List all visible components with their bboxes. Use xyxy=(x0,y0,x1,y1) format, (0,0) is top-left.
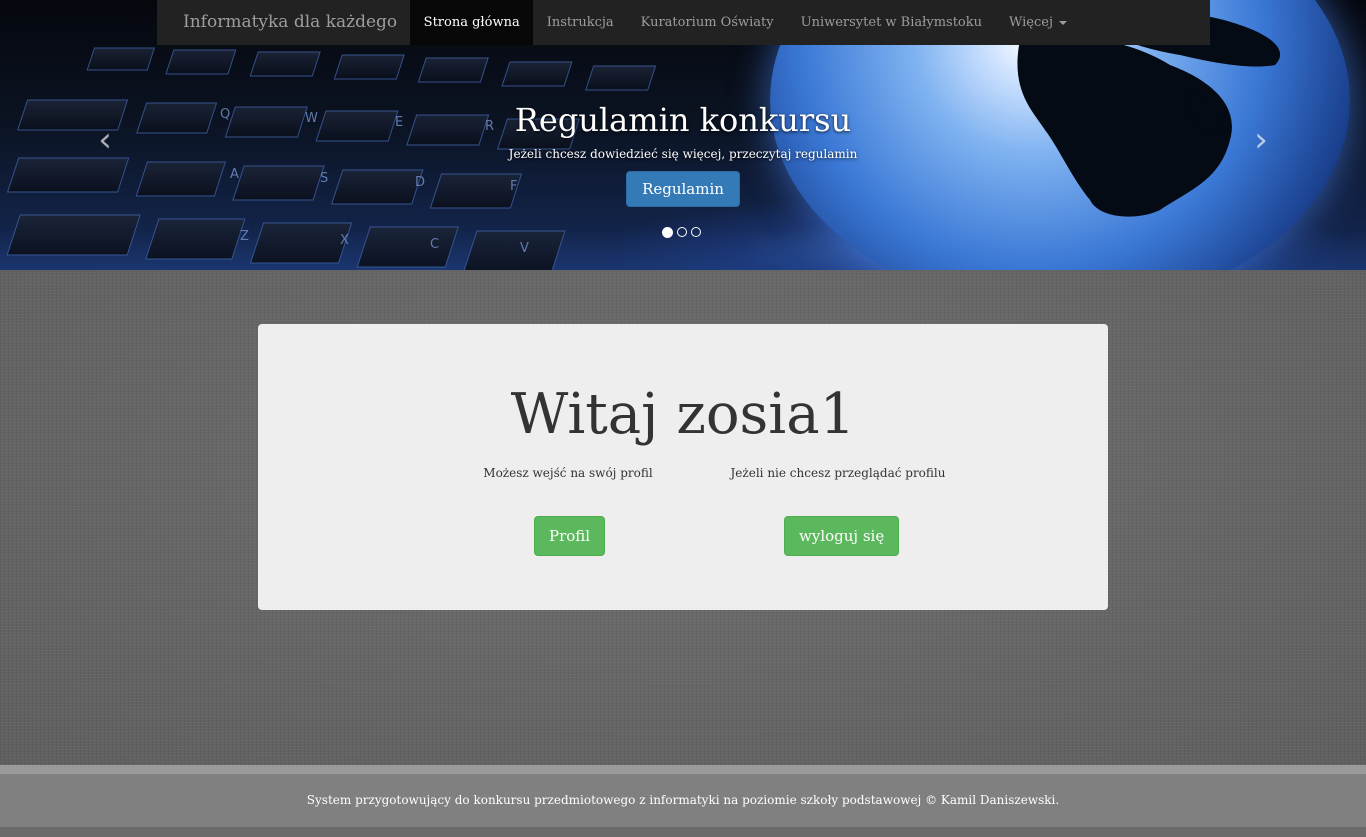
navbar-brand[interactable]: Informatyka dla każdego xyxy=(157,0,410,45)
nav-item-more-dropdown[interactable]: Więcej xyxy=(996,0,1081,45)
footer-text: System przygotowujący do konkursu przedm… xyxy=(306,793,1060,807)
logout-button[interactable]: wyloguj się xyxy=(784,516,900,556)
welcome-title: Witaj zosia1 xyxy=(510,382,856,447)
nav-item-more-label: Więcej xyxy=(1009,15,1053,30)
carousel-subtitle: Jeżeli chcesz dowiedzieć się więcej, prz… xyxy=(508,147,858,161)
carousel-title: Regulamin konkursu xyxy=(514,101,852,139)
svg-text:Z: Z xyxy=(240,229,249,244)
svg-text:A: A xyxy=(230,167,239,182)
svg-text:V: V xyxy=(520,241,529,256)
regulamin-button[interactable]: Regulamin xyxy=(626,171,740,207)
top-navbar: Informatyka dla każdego Strona główna In… xyxy=(157,0,1210,45)
carousel-prev-icon[interactable]: ‹ xyxy=(90,122,120,158)
svg-text:S: S xyxy=(320,171,328,186)
carousel-indicator-1[interactable] xyxy=(662,226,673,238)
profile-column: Możesz wejść na swój profil xyxy=(468,465,668,481)
carousel-indicator-2[interactable] xyxy=(677,227,687,237)
nav-item-kuratorium[interactable]: Kuratorium Oświaty xyxy=(627,0,787,45)
carousel-indicator-3[interactable] xyxy=(691,227,701,237)
logout-column: Jeżeli nie chcesz przeglądać profilu xyxy=(718,465,958,481)
profile-button[interactable]: Profil xyxy=(534,516,606,556)
footer-top-border xyxy=(0,765,1366,774)
footer: System przygotowujący do konkursu przedm… xyxy=(0,774,1366,827)
carousel-indicators xyxy=(662,226,701,238)
nav-item-instrukcja[interactable]: Instrukcja xyxy=(533,0,627,45)
svg-text:Q: Q xyxy=(220,107,230,122)
footer-bottom-border xyxy=(0,827,1366,837)
profile-hint-text: Możesz wejść na swój profil xyxy=(483,466,653,480)
caret-down-icon xyxy=(1059,20,1067,25)
svg-text:C: C xyxy=(430,237,439,252)
carousel-caption: Regulamin konkursu Jeżeli chcesz dowiedz… xyxy=(383,100,983,207)
nav-item-uniwersytet[interactable]: Uniwersytet w Białymstoku xyxy=(787,0,995,45)
welcome-panel: Witaj zosia1 Możesz wejść na swój profil… xyxy=(258,324,1108,610)
logout-hint-text: Jeżeli nie chcesz przeglądać profilu xyxy=(730,466,946,480)
svg-text:W: W xyxy=(305,111,318,126)
svg-text:X: X xyxy=(340,233,349,248)
nav-item-home[interactable]: Strona główna xyxy=(410,0,534,45)
carousel-next-icon[interactable]: › xyxy=(1246,122,1276,158)
